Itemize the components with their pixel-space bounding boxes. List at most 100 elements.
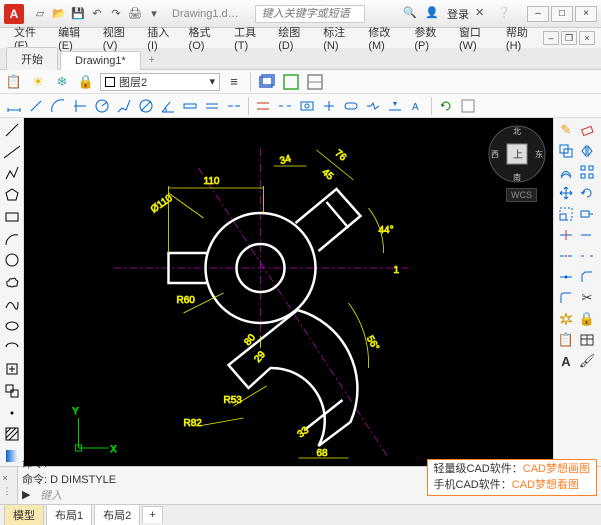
insert-block-icon[interactable]: [2, 359, 22, 379]
extend-icon[interactable]: [577, 225, 597, 245]
explode-icon[interactable]: [556, 309, 576, 329]
login-link[interactable]: 登录: [447, 6, 469, 22]
print-icon[interactable]: 🖨: [127, 6, 143, 22]
paint-brush-icon[interactable]: 🖌: [577, 351, 597, 371]
layout-add-tab[interactable]: +: [142, 506, 162, 523]
stretch-icon[interactable]: [577, 204, 597, 224]
dim-space-icon[interactable]: [253, 96, 273, 116]
cmd-handle-icon[interactable]: ⋮: [3, 486, 15, 498]
dim-text-edit-icon[interactable]: A: [407, 96, 427, 116]
menu-format[interactable]: 格式(O): [181, 22, 227, 54]
hatch-layers-icon[interactable]: [257, 72, 277, 92]
ellipse-icon[interactable]: [2, 316, 22, 336]
menu-window[interactable]: 窗口(W): [451, 22, 498, 54]
exchange-icon[interactable]: ✕: [475, 6, 491, 22]
text-icon[interactable]: A: [556, 351, 576, 371]
tolerance-icon[interactable]: [297, 96, 317, 116]
dim-aligned-icon[interactable]: [26, 96, 46, 116]
dim-jogged-icon[interactable]: [114, 96, 134, 116]
app-logo[interactable]: A: [4, 4, 24, 24]
search-icon[interactable]: 🔍: [403, 6, 419, 22]
user-icon[interactable]: 👤: [425, 6, 441, 22]
center-mark-icon[interactable]: [319, 96, 339, 116]
trim-icon[interactable]: [556, 225, 576, 245]
view-cube[interactable]: 上 北 南 东 西: [487, 124, 547, 184]
open-icon[interactable]: 📂: [51, 6, 67, 22]
line-icon[interactable]: [2, 120, 22, 140]
menu-insert[interactable]: 插入(I): [139, 22, 180, 54]
array-icon[interactable]: [577, 162, 597, 182]
menu-param[interactable]: 参数(P): [406, 22, 451, 54]
dim-update-icon[interactable]: [436, 96, 456, 116]
model-tab[interactable]: 模型: [4, 504, 44, 525]
dim-continue-icon[interactable]: [224, 96, 244, 116]
dim-radius-icon[interactable]: [92, 96, 112, 116]
redo-icon[interactable]: ↷: [108, 6, 124, 22]
close-button[interactable]: ×: [575, 6, 597, 22]
search-input[interactable]: [255, 5, 365, 23]
rotate-icon[interactable]: [577, 183, 597, 203]
layer-properties-icon[interactable]: 📋: [4, 72, 24, 92]
hatch-layers2-icon[interactable]: [281, 72, 301, 92]
polyline-icon[interactable]: [2, 164, 22, 184]
join-icon[interactable]: [556, 267, 576, 287]
menu-draw[interactable]: 绘图(D): [270, 22, 315, 54]
layer-states-icon[interactable]: ☀: [28, 72, 48, 92]
dim-ordinate-icon[interactable]: [70, 96, 90, 116]
mdi-minimize-button[interactable]: –: [543, 31, 559, 45]
new-icon[interactable]: ▱: [32, 6, 48, 22]
dim-break-icon[interactable]: [275, 96, 295, 116]
gradient-icon[interactable]: [2, 446, 22, 466]
circle-icon[interactable]: [2, 251, 22, 271]
menu-tools[interactable]: 工具(T): [226, 22, 270, 54]
menu-dim[interactable]: 标注(N): [315, 22, 360, 54]
copy-icon[interactable]: [556, 141, 576, 161]
info-icon[interactable]: ❔: [497, 6, 513, 22]
fillet-icon[interactable]: [556, 288, 576, 308]
tab-drawing1[interactable]: Drawing1*: [60, 51, 141, 70]
menu-view[interactable]: 视图(V): [95, 22, 140, 54]
mirror-icon[interactable]: [577, 141, 597, 161]
pencil-icon[interactable]: ✎: [556, 120, 576, 140]
lock-icon[interactable]: 🔒: [577, 309, 597, 329]
drawing-canvas[interactable]: 110 34 76 45 44° 1 Ø110 R60 80 29: [24, 118, 553, 466]
layer-match-icon[interactable]: ≡: [224, 72, 244, 92]
scale-icon[interactable]: [556, 204, 576, 224]
scissors-icon[interactable]: ✂: [577, 288, 597, 308]
minimize-button[interactable]: –: [527, 6, 549, 22]
move-icon[interactable]: [556, 183, 576, 203]
command-input[interactable]: 键入: [40, 487, 62, 503]
layer-selector[interactable]: 图层2 ▾: [100, 73, 220, 91]
clipboard-icon[interactable]: 📋: [556, 330, 576, 350]
revision-cloud-icon[interactable]: [2, 272, 22, 292]
tab-add-button[interactable]: +: [143, 51, 161, 69]
layer-lock-icon[interactable]: 🔒: [76, 72, 96, 92]
qat-dropdown-icon[interactable]: ▾: [146, 6, 162, 22]
ellipse-arc-icon[interactable]: [2, 338, 22, 358]
jogged-linear-icon[interactable]: [363, 96, 383, 116]
undo-icon[interactable]: ↶: [89, 6, 105, 22]
dim-diameter-icon[interactable]: [136, 96, 156, 116]
chamfer-icon[interactable]: [577, 267, 597, 287]
point-icon[interactable]: [2, 403, 22, 423]
erase-icon[interactable]: [577, 120, 597, 140]
offset-icon[interactable]: [556, 162, 576, 182]
wcs-label[interactable]: WCS: [506, 188, 537, 202]
dim-edit-icon[interactable]: [385, 96, 405, 116]
spline-icon[interactable]: [2, 294, 22, 314]
arc-icon[interactable]: [2, 229, 22, 249]
dim-style-icon[interactable]: [458, 96, 478, 116]
hatch-icon[interactable]: [2, 425, 22, 445]
menu-help[interactable]: 帮助(H): [498, 22, 543, 54]
mdi-close-button[interactable]: ×: [579, 31, 595, 45]
layout1-tab[interactable]: 布局1: [46, 504, 92, 525]
table-icon[interactable]: [577, 330, 597, 350]
xline-icon[interactable]: [2, 142, 22, 162]
dim-quick-icon[interactable]: [180, 96, 200, 116]
inspection-icon[interactable]: [341, 96, 361, 116]
tab-start[interactable]: 开始: [6, 47, 58, 70]
mdi-restore-button[interactable]: ❐: [561, 31, 577, 45]
hatch-layers3-icon[interactable]: [305, 72, 325, 92]
dim-linear-icon[interactable]: [4, 96, 24, 116]
dim-baseline-icon[interactable]: [202, 96, 222, 116]
